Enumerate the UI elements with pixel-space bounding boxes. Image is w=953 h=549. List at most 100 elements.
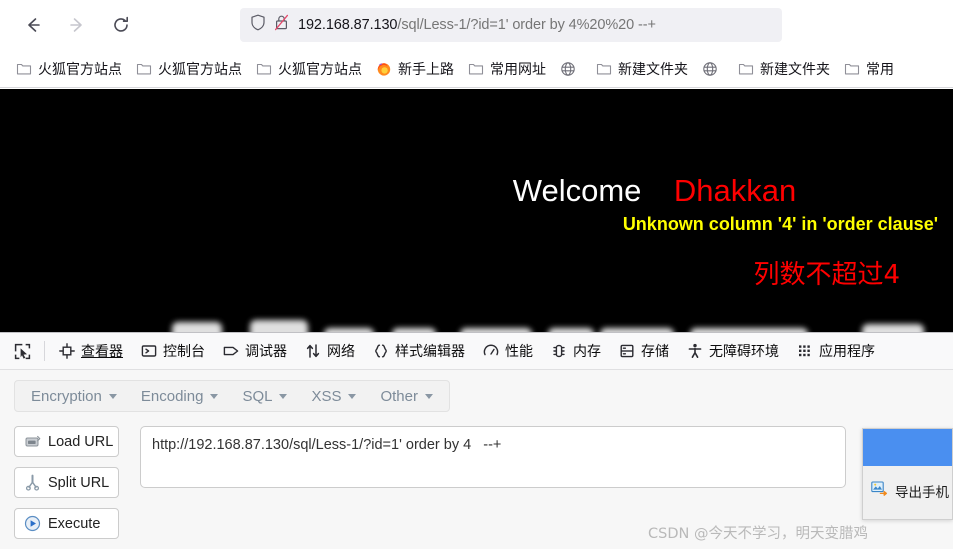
menu-xss[interactable]: XSS [299, 382, 368, 410]
devtools-tab-console[interactable]: 控制台 [133, 336, 213, 366]
button-label: Load URL [48, 433, 114, 450]
menu-encryption[interactable]: Encryption [19, 382, 129, 410]
chevron-down-icon [348, 393, 357, 399]
url-path: /sql/Less-1/?id=1' order by 4%20%20 --+ [397, 17, 656, 33]
performance-icon [483, 343, 499, 359]
navigation-toolbar: 192.168.87.130/sql/Less-1/?id=1' order b… [0, 0, 953, 50]
lock-crossed-icon [274, 14, 289, 36]
bookmark-item[interactable]: 常用 [838, 56, 900, 82]
bookmark-item[interactable] [696, 56, 730, 82]
url-text: 192.168.87.130/sql/Less-1/?id=1' order b… [298, 17, 656, 33]
devtools-tab-inspector[interactable]: 查看器 [51, 336, 131, 366]
bookmark-item[interactable]: 新手上路 [370, 56, 460, 82]
memory-icon [551, 343, 567, 359]
inspector-icon [59, 343, 75, 359]
menu-label: Encryption [31, 387, 102, 405]
bookmark-item[interactable]: 火狐官方站点 [130, 56, 248, 82]
export-popup-header [863, 429, 952, 466]
sql-error-message: Unknown column '4' in 'order clause' [622, 214, 938, 234]
bookmark-label: 常用网址 [490, 60, 546, 77]
chevron-down-icon [210, 393, 219, 399]
bookmark-item[interactable]: 火狐官方站点 [250, 56, 368, 82]
bookmark-label: 火狐官方站点 [278, 60, 362, 77]
export-to-phone-item[interactable]: 导出手机 [863, 476, 952, 506]
welcome-text: Welcome [512, 173, 642, 208]
execute-icon [24, 515, 41, 532]
firefox-icon [376, 61, 392, 77]
url-host: 192.168.87.130 [298, 17, 398, 33]
devtools-tab-label: 样式编辑器 [395, 344, 465, 360]
forward-arrow-icon [70, 18, 82, 32]
menu-encoding[interactable]: Encoding [129, 382, 231, 410]
console-icon [141, 343, 157, 359]
devtools-tab-debugger[interactable]: 调试器 [215, 336, 295, 366]
bookmark-item[interactable]: 常用网址 [462, 56, 552, 82]
devtools-tab-network[interactable]: 网络 [297, 336, 363, 366]
button-label: Execute [48, 515, 101, 532]
chevron-down-icon [108, 393, 117, 399]
load-url-button[interactable]: Load URL [14, 426, 119, 457]
toolbar-divider [44, 341, 45, 361]
bookmark-item[interactable]: 火狐官方站点 [10, 56, 128, 82]
button-label: Split URL [48, 474, 110, 491]
devtools-tab-label: 内存 [573, 344, 601, 360]
split-url-button[interactable]: Split URL [14, 467, 119, 498]
devtools-tab-storage[interactable]: 存储 [611, 336, 677, 366]
chevron-down-icon [279, 393, 288, 399]
devtools-tab-label: 应用程序 [819, 344, 875, 360]
folder-icon [136, 61, 152, 77]
hackbar-action-buttons: Load URL Split URL Execute [14, 426, 119, 549]
accessibility-icon [687, 343, 703, 359]
shield-icon [250, 14, 266, 36]
devtools-tab-label: 无障碍环境 [709, 344, 779, 360]
welcome-inner: Welcome Dhakkan [513, 173, 796, 209]
browser-window: 192.168.87.130/sql/Less-1/?id=1' order b… [0, 0, 953, 549]
welcome-name: Dhakkan [673, 173, 797, 208]
element-picker-icon[interactable] [6, 336, 38, 366]
url-textarea[interactable]: http://192.168.87.130/sql/Less-1/?id=1' … [140, 426, 846, 488]
devtools-tab-memory[interactable]: 内存 [543, 336, 609, 366]
split-url-icon [24, 474, 41, 491]
devtools-tab-application[interactable]: 应用程序 [789, 336, 883, 366]
chevron-down-icon [424, 393, 433, 399]
menu-sql[interactable]: SQL [230, 382, 299, 410]
devtools-tab-style-editor[interactable]: 样式编辑器 [365, 336, 473, 366]
bookmark-label: 新建文件夹 [760, 60, 830, 77]
devtools-tab-label: 控制台 [163, 344, 205, 360]
load-url-icon [24, 433, 41, 450]
menu-other[interactable]: Other [368, 382, 445, 410]
export-popup: 导出手机 [862, 428, 953, 520]
execute-button[interactable]: Execute [14, 508, 119, 539]
bookmark-item[interactable]: 新建文件夹 [590, 56, 694, 82]
folder-icon [468, 61, 484, 77]
bookmark-item[interactable]: 新建文件夹 [732, 56, 836, 82]
annotation-note: 列数不超过4 [753, 260, 900, 290]
devtools-tab-performance[interactable]: 性能 [475, 336, 541, 366]
style-editor-icon [373, 343, 389, 359]
reload-button[interactable] [104, 8, 138, 42]
address-bar[interactable]: 192.168.87.130/sql/Less-1/?id=1' order b… [240, 8, 782, 42]
globe-icon [560, 61, 576, 77]
bookmark-label: 火狐官方站点 [38, 60, 122, 77]
folder-icon [844, 61, 860, 77]
globe-icon [702, 61, 718, 77]
bookmark-label: 常用 [866, 60, 894, 77]
back-arrow-icon [28, 18, 40, 32]
storage-icon [619, 343, 635, 359]
back-button[interactable] [16, 8, 50, 42]
devtools-tab-label: 调试器 [245, 344, 287, 360]
menu-label: Encoding [140, 387, 204, 405]
application-icon [797, 343, 813, 359]
menu-label: Other [380, 387, 418, 405]
devtools-tab-label: 性能 [505, 344, 533, 360]
bookmark-item[interactable] [554, 56, 588, 82]
export-image-icon [871, 480, 888, 502]
bookmark-label: 新建文件夹 [618, 60, 688, 77]
forward-button[interactable] [60, 8, 94, 42]
devtools-tab-label: 网络 [327, 344, 355, 360]
debugger-icon [223, 343, 239, 359]
folder-icon [16, 61, 32, 77]
devtools-tab-accessibility[interactable]: 无障碍环境 [679, 336, 787, 366]
export-item-label: 导出手机 [895, 485, 949, 501]
welcome-row: Welcome Dhakkan [0, 173, 953, 209]
